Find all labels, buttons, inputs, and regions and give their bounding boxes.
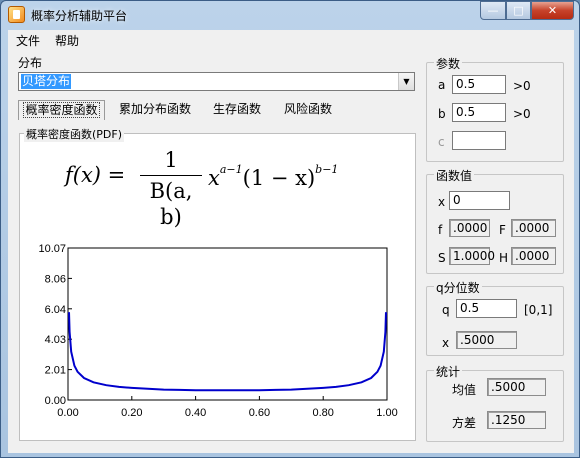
distribution-selected-value: 贝塔分布 [21,74,72,89]
fv-S-label: S [438,251,446,265]
param-b-constraint: >0 [513,107,531,121]
fv-S-value: 1.0000 [449,247,495,265]
fv-H-value: .0000 [511,247,556,265]
y-tick-label: 10.07 [38,243,66,255]
param-b-label: b [438,107,446,121]
menu-help[interactable]: 帮助 [47,32,86,49]
param-a-label: a [438,78,446,92]
quantile-title: q分位数 [434,279,482,296]
chevron-down-icon[interactable]: ▼ [398,73,414,90]
formula-denominator: B(a, b) [149,179,193,229]
fv-F-value: .0000 [511,219,556,237]
quantile-q-label: q [442,303,450,317]
formula-rhs: xa−1(1 − x)b−1 [208,163,338,190]
fv-H-label: H [499,251,509,265]
client-area: 分布 贝塔分布 ▼ 概率密度函数 累加分布函数 生存函数 风险函数 概率密度函数… [8,50,574,453]
minimize-button[interactable]: — [480,1,506,20]
caption-buttons: — □ ✕ [480,1,574,20]
fv-f-label: f [438,223,443,237]
y-tick-label: 0.00 [45,395,66,407]
x-tick-label: 1.00 [376,407,397,419]
y-tick-label: 8.06 [45,273,66,285]
formula-fraction: 1 B(a, b) [140,147,202,229]
pdf-formula: f(x) = 1 B(a, b) xa−1(1 − x)b−1 [65,147,338,229]
formula-fraction-bar [140,175,202,176]
param-b-input[interactable]: 0.5 [452,103,506,122]
tab-hazard[interactable]: 风险函数 [278,100,338,120]
formula-lhs: f(x) = [65,163,126,187]
tab-pdf[interactable]: 概率密度函数 [18,100,105,120]
stats-variance-value: .1250 [487,411,546,429]
tab-survival[interactable]: 生存函数 [207,100,267,120]
title-bar[interactable]: 概率分析辅助平台 — □ ✕ [1,1,579,29]
maximize-button[interactable]: □ [506,1,531,20]
fv-x-label: x [438,195,446,209]
quantile-q-range: [0,1] [524,303,553,317]
quantile-q-input[interactable]: 0.5 [456,299,517,318]
stats-title: 统计 [434,363,463,380]
param-a-input[interactable]: 0.5 [452,75,506,94]
y-tick-label: 4.03 [45,334,66,346]
app-window: 概率分析辅助平台 — □ ✕ 文件 帮助 分布 贝塔分布 ▼ 概率密度函数 累加… [0,0,580,458]
window-title: 概率分析辅助平台 [31,9,128,23]
y-tick-label: 2.01 [45,365,66,377]
fv-x-input[interactable]: 0 [449,191,510,210]
quantile-x-value: .5000 [456,331,517,349]
function-values-title: 函数值 [434,167,475,184]
formula-numerator: 1 [164,148,178,172]
formula-term1-base: x [208,166,220,190]
formula-term2-exponent: b−1 [315,163,339,176]
x-tick-label: 0.80 [312,407,333,419]
quantile-x-label: x [442,336,450,350]
formula-term1-exponent: a−1 [219,163,243,176]
stats-variance-label: 方差 [452,416,477,430]
pdf-chart: 0.00 2.01 4.03 6.04 8.06 10.07 0.00 0.20 0.40 0.6… [38,243,397,419]
param-c-input[interactable] [452,131,506,150]
plot-area [67,247,388,401]
x-tick-label: 0.60 [249,407,270,419]
fv-f-value: .0000 [449,219,490,237]
menu-file[interactable]: 文件 [8,32,47,49]
distribution-label: 分布 [18,56,43,70]
param-c-label: c [438,135,445,149]
fv-F-label: F [499,223,506,237]
distribution-select[interactable]: 贝塔分布 ▼ [18,72,415,91]
x-tick-label: 0.20 [121,407,142,419]
y-tick-label: 6.04 [45,304,66,316]
x-tick-label: 0.40 [185,407,206,419]
params-group-title: 参数 [434,55,463,72]
x-tick-label: 0.00 [57,407,78,419]
stats-mean-value: .5000 [487,378,546,396]
tab-cdf[interactable]: 累加分布函数 [115,100,195,120]
close-button[interactable]: ✕ [531,1,574,20]
formula-term2-base: (1 − x) [242,166,316,190]
app-icon[interactable] [8,6,25,23]
tab-pdf-label: 概率密度函数 [23,102,100,118]
menu-bar: 文件 帮助 [8,30,574,50]
param-a-constraint: >0 [513,79,531,93]
stats-mean-label: 均值 [452,383,477,397]
pdf-panel-title: 概率密度函数(PDF) [24,126,125,142]
